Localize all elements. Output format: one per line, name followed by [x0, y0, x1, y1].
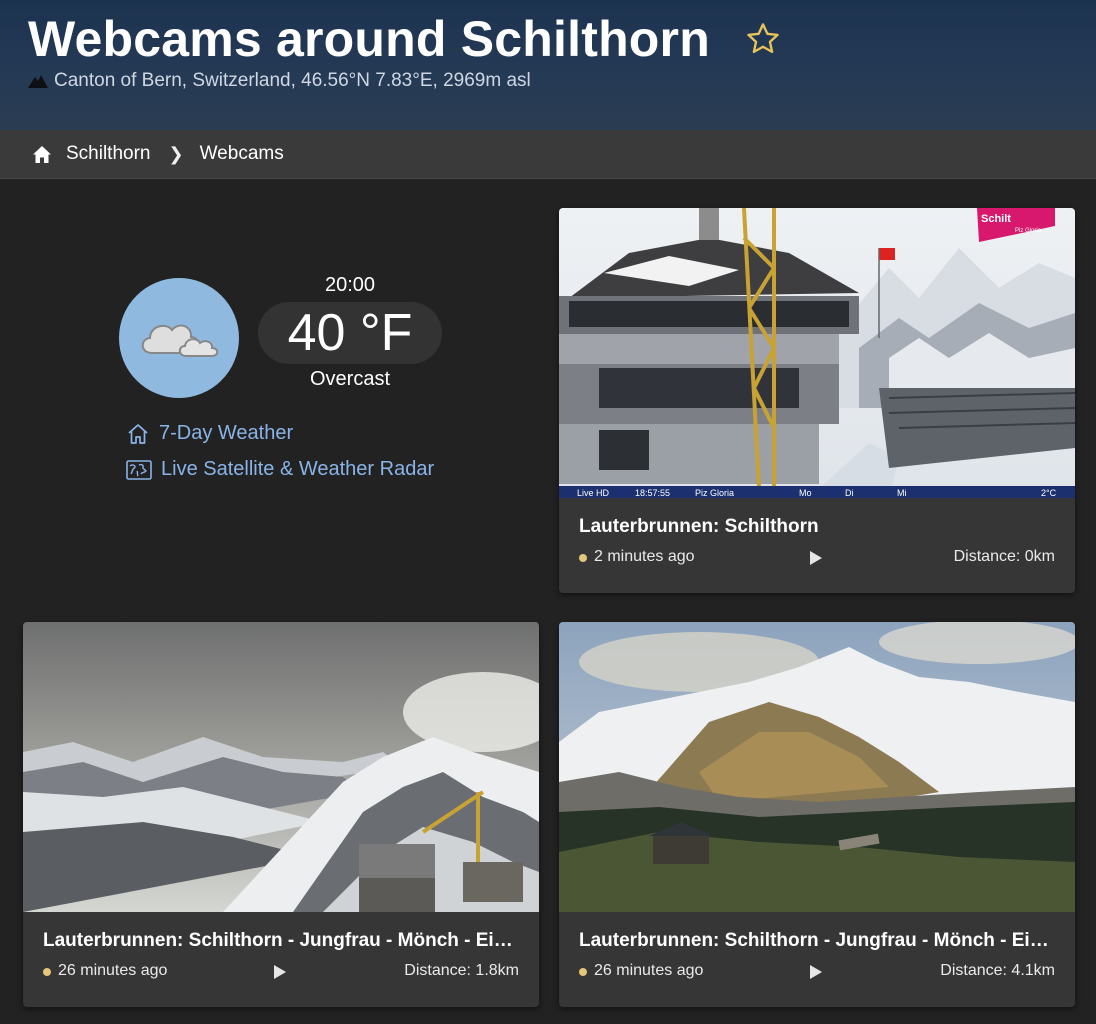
star-icon[interactable] — [744, 20, 782, 58]
updated-time: 26 minutes ago — [58, 962, 168, 979]
chevron-right-icon: ❯ — [168, 143, 184, 164]
overlay-time: 18:57:55 — [635, 488, 670, 498]
overcast-icon — [119, 278, 239, 398]
world-map-icon — [126, 459, 152, 480]
webcam-card[interactable]: Live HD 18:57:55 Piz Gloria Mo Di Mi 2°C… — [559, 208, 1075, 593]
breadcrumb-current: Webcams — [199, 143, 284, 164]
overlay-live: Live HD — [577, 488, 610, 498]
page-header: Webcams around Schilthorn Canton of Bern… — [0, 0, 1096, 130]
webcam-meta: 26 minutes ago Distance: 4.1km — [579, 962, 1055, 984]
location-subtitle: Canton of Bern, Switzerland, 46.56°N 7.8… — [28, 70, 531, 92]
status-dot — [579, 968, 587, 976]
overlay-place: Piz Gloria — [695, 488, 734, 498]
updated-time: 26 minutes ago — [594, 962, 704, 979]
webcam-card[interactable]: Lauterbrunnen: Schilthorn - Jungfrau - M… — [23, 622, 539, 1007]
satellite-radar-link[interactable]: Live Satellite & Weather Radar — [126, 458, 434, 481]
overlay-day: Di — [845, 488, 854, 498]
breadcrumb: Schilthorn ❯ Webcams — [0, 130, 1096, 179]
webcam-title[interactable]: Lauterbrunnen: Schilthorn - Jungfrau - M… — [579, 930, 1059, 952]
page-title: Webcams around Schilthorn — [28, 11, 710, 67]
webcam-meta: 26 minutes ago Distance: 1.8km — [43, 962, 519, 984]
temperature: 40 °F — [258, 302, 442, 364]
status-dot — [579, 554, 587, 562]
webcam-title[interactable]: Lauterbrunnen: Schilthorn - Jungfrau - M… — [43, 930, 523, 952]
overlay-logo-sub: Piz Gloria — [1015, 228, 1042, 234]
seven-day-weather-label: 7-Day Weather — [159, 422, 294, 444]
distance: Distance: 0km — [953, 548, 1055, 565]
forecast-time: 20:00 — [324, 274, 376, 296]
webcam-image[interactable]: Live HD 18:57:55 Piz Gloria Mo Di Mi 2°C… — [559, 208, 1075, 498]
mountain-icon — [28, 75, 48, 88]
play-icon[interactable] — [274, 965, 286, 979]
satellite-radar-label: Live Satellite & Weather Radar — [161, 458, 435, 480]
overlay-day: Mi — [897, 488, 907, 498]
current-weather-panel: 20:00 40 °F Overcast 7-Day Weather Live … — [0, 178, 540, 578]
seven-day-weather-link[interactable]: 7-Day Weather — [126, 422, 293, 445]
house-icon — [128, 423, 148, 444]
play-icon[interactable] — [810, 551, 822, 565]
overlay-temp: 2°C — [1041, 488, 1057, 498]
overlay-day: Mo — [799, 488, 812, 498]
webcam-title[interactable]: Lauterbrunnen: Schilthorn — [579, 516, 1059, 538]
overlay-logo: Schilt — [981, 213, 1011, 225]
distance: Distance: 1.8km — [404, 962, 519, 979]
webcam-card[interactable]: Lauterbrunnen: Schilthorn - Jungfrau - M… — [559, 622, 1075, 1007]
status-dot — [43, 968, 51, 976]
home-icon[interactable] — [32, 145, 52, 164]
breadcrumb-link-home[interactable]: Schilthorn — [66, 143, 151, 165]
location-text: Canton of Bern, Switzerland, 46.56°N 7.8… — [54, 70, 531, 91]
play-icon[interactable] — [810, 965, 822, 979]
webcam-meta: 2 minutes ago Distance: 0km — [579, 548, 1055, 570]
updated-time: 2 minutes ago — [594, 548, 695, 565]
distance: Distance: 4.1km — [940, 962, 1055, 979]
webcam-image[interactable] — [559, 622, 1075, 912]
weather-condition: Overcast — [309, 368, 391, 390]
webcam-image[interactable] — [23, 622, 539, 912]
